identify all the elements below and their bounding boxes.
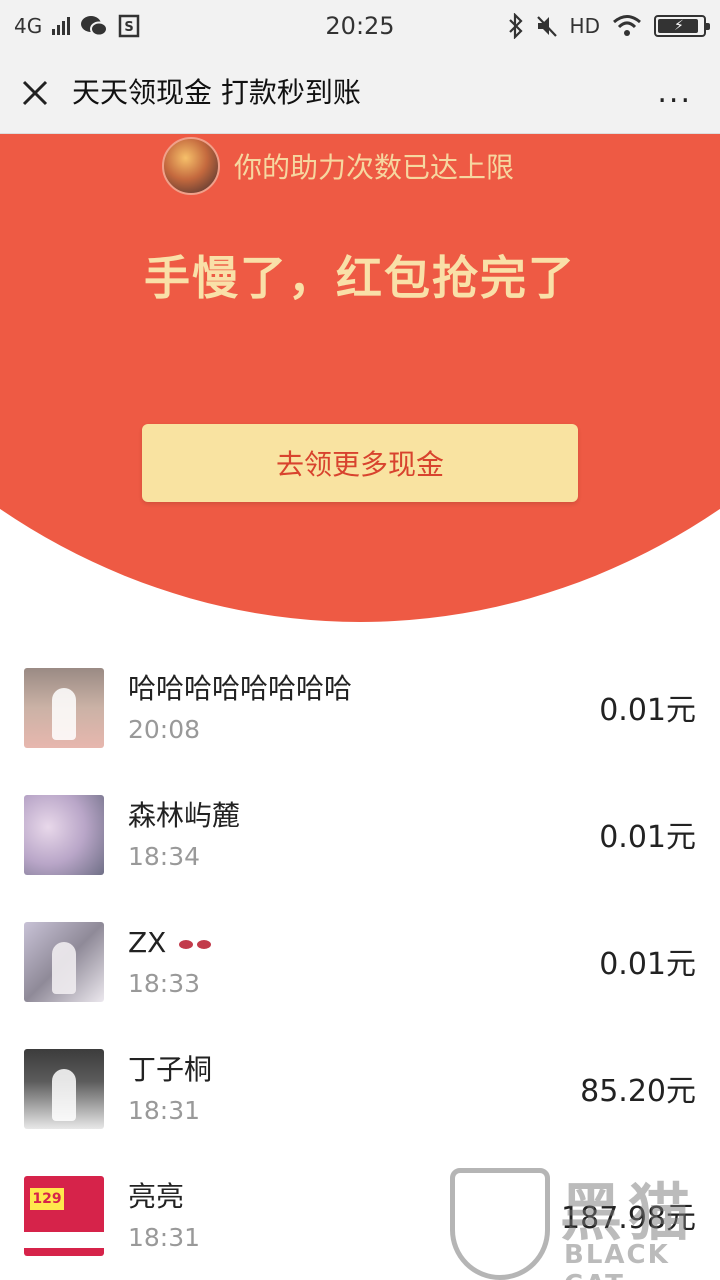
avatar: 129 (24, 1176, 104, 1256)
avatar (24, 922, 104, 1002)
helper-avatar (162, 137, 220, 195)
user-name: 亮亮 (128, 1180, 185, 1213)
user-name-row: ZX (128, 926, 212, 960)
status-bar: 4G S 20:25 HD ⚡ (0, 0, 720, 52)
red-curved-background (0, 134, 720, 622)
wifi-icon (613, 15, 641, 36)
bluetooth-icon (508, 13, 523, 39)
eyes-emoji-icon (179, 939, 194, 949)
nav-bar: 天天领现金 打款秒到账 ... (0, 52, 720, 134)
record-amount: 85.20元 (580, 1074, 696, 1109)
record-time: 18:31 (128, 1223, 201, 1252)
record-amount: 0.01元 (599, 693, 696, 728)
red-envelope-header: 你的助力次数已达上限 手慢了，红包抢完了 去领更多现金 (0, 134, 720, 624)
black-cat-watermark: 黑猫 BLACK CAT (450, 1160, 720, 1280)
helper-status-row: 你的助力次数已达上限 (162, 137, 515, 195)
more-options-icon[interactable]: ... (657, 74, 692, 112)
user-name: 森林屿麓 (128, 799, 241, 832)
headline: 手慢了，红包抢完了 (144, 251, 576, 305)
avatar (24, 1049, 104, 1129)
status-right: HD ⚡ (508, 10, 710, 42)
page-title: 天天领现金 打款秒到账 (72, 76, 361, 109)
eyes-emoji-icon (197, 939, 212, 949)
user-name: ZX (128, 926, 167, 959)
avatar-badge: 129 (30, 1188, 64, 1210)
record-time: 18:31 (128, 1096, 201, 1125)
record-amount: 0.01元 (599, 947, 696, 982)
list-item: 哈哈哈哈哈哈哈哈 20:08 0.01元 (0, 660, 720, 787)
record-time: 18:34 (128, 842, 201, 871)
list-item: 丁子桐 18:31 85.20元 (0, 1041, 720, 1168)
watermark-en: BLACK CAT (564, 1240, 670, 1280)
list-item: 森林屿麓 18:34 0.01元 (0, 787, 720, 914)
get-more-cash-button[interactable]: 去领更多现金 (142, 424, 578, 502)
list-item: ZX 18:33 0.01元 (0, 914, 720, 1041)
avatar (24, 795, 104, 875)
battery-icon: ⚡ (654, 15, 710, 37)
user-name: 哈哈哈哈哈哈哈哈 (128, 672, 353, 705)
record-time: 18:33 (128, 969, 201, 998)
record-amount: 0.01元 (599, 820, 696, 855)
helper-limit-text: 你的助力次数已达上限 (234, 151, 515, 184)
cat-shield-icon (450, 1168, 550, 1280)
user-name: 丁子桐 (128, 1053, 213, 1086)
hd-label: HD (569, 14, 600, 38)
record-time: 20:08 (128, 715, 201, 744)
mute-icon (536, 16, 557, 37)
close-icon[interactable] (18, 76, 52, 110)
watermark-cn: 黑猫 (560, 1176, 697, 1249)
avatar (24, 668, 104, 748)
